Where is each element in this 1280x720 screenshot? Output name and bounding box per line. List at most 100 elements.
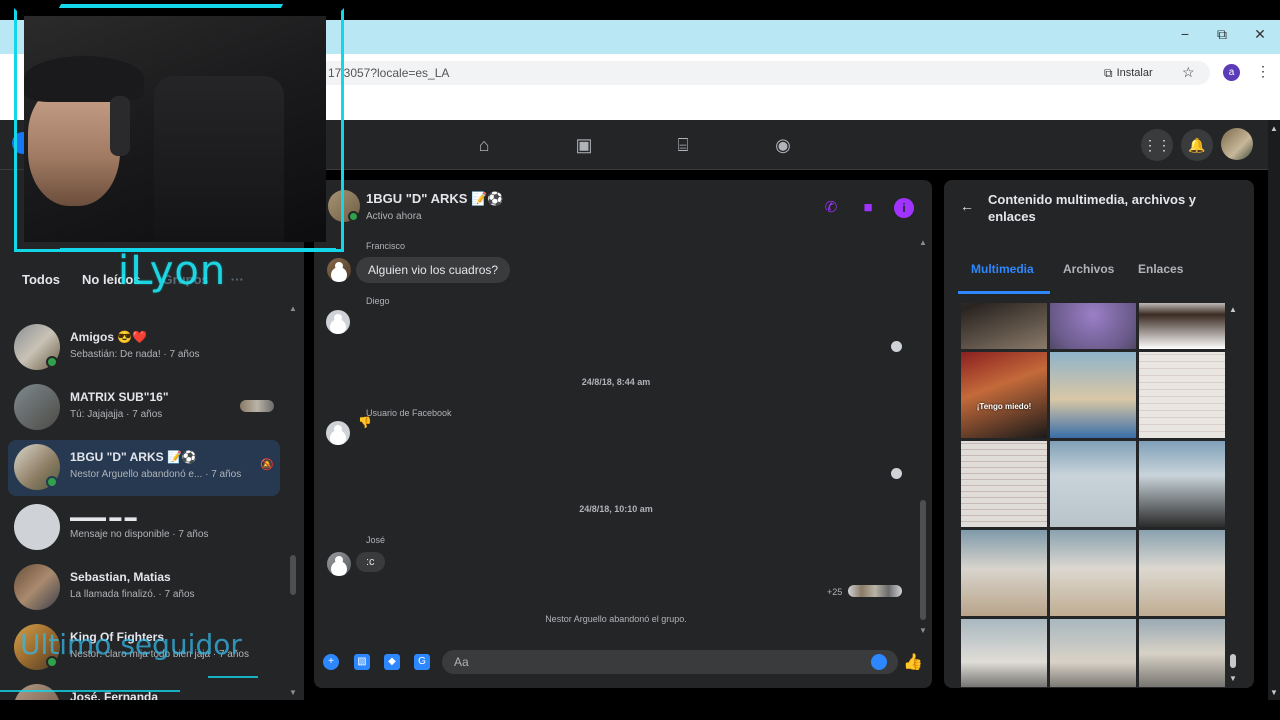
account-avatar[interactable] [1221,128,1253,160]
media-scroll-up-icon[interactable]: ▲ [1229,305,1237,314]
bottom-letterbox [0,700,1280,720]
message-sender: Francisco [366,241,406,251]
sidebar-scroll-up-icon[interactable]: ▲ [289,304,297,313]
overlay-bottom-accent [0,690,180,692]
media-thumbnail[interactable] [961,530,1047,616]
notifications-bell-icon[interactable]: 🔔 [1181,129,1213,161]
conversation-scroll-down-icon[interactable]: ▼ [919,626,927,635]
chat-item-amigos[interactable]: Amigos 😎❤️ Sebastián: De nada! · 7 años [8,320,280,376]
page-scroll-down-icon[interactable]: ▼ [1270,688,1278,697]
chat-preview: Sebastián: De nada! · 7 años [70,349,200,360]
sender-avatar [326,310,350,334]
tab-enlaces[interactable]: Enlaces [1138,262,1183,276]
video-icon[interactable]: ▣ [573,134,595,156]
chat-preview: Nestor Arguello abandonó e... · 7 años [70,469,242,480]
address-bar-url[interactable]: 17'3057?locale=es_LA [328,66,449,80]
avatar [14,384,60,430]
message-bubble[interactable]: :c [356,552,385,572]
video-call-icon[interactable]: ■ [858,198,878,218]
media-thumbnail[interactable]: ¡Tengo miedo! [961,352,1047,438]
date-separator: 24/8/18, 10:10 am [579,504,653,514]
restore-button[interactable]: ⧉ [1210,26,1234,43]
marketplace-icon[interactable]: ⌸ [672,134,694,156]
avatar [14,564,60,610]
conversation-status: Activo ahora [366,211,422,222]
sidebar-scrollbar[interactable] [290,555,296,595]
webcam-accent [58,4,284,8]
media-scrollbar[interactable] [1230,654,1236,668]
sender-avatar [327,552,351,576]
install-app-button[interactable]: ⧉ Instalar [1104,63,1153,83]
info-icon[interactable]: i [894,198,914,218]
media-thumbnail[interactable] [1050,352,1136,438]
media-thumbnail[interactable] [961,441,1047,527]
media-thumbnail[interactable] [961,303,1047,349]
reaction-message[interactable]: 👎 [358,416,372,429]
active-tab-indicator [958,291,1050,294]
media-thumbnail[interactable] [1050,530,1136,616]
menu-grid-icon[interactable]: ⋮⋮ [1141,129,1173,161]
add-action-icon[interactable]: + [323,654,339,670]
page-scrollbar[interactable] [1268,120,1280,700]
attach-photo-icon[interactable]: ▧ [354,654,370,670]
message-sender: José [366,535,386,545]
tab-multimedia[interactable]: Multimedia [971,262,1034,276]
page-scroll-up-icon[interactable]: ▲ [1270,124,1278,133]
home-icon[interactable]: ⌂ [473,134,495,156]
conversation-scrollbar[interactable] [920,500,926,620]
minimize-button[interactable]: − [1173,26,1197,42]
seen-avatars [848,585,902,597]
chat-preview: Mensaje no disponible · 7 años [70,529,209,540]
media-thumbnail[interactable] [1139,352,1225,438]
filter-todos[interactable]: Todos [14,272,60,287]
close-window-button[interactable]: ✕ [1248,26,1272,43]
media-thumbnail[interactable] [1050,441,1136,527]
media-scroll-down-icon[interactable]: ▼ [1229,674,1237,683]
sender-avatar [326,421,350,445]
media-thumbnail[interactable] [1139,303,1225,349]
media-thumbnail[interactable] [1050,619,1136,687]
browser-menu-icon[interactable]: ⋮ [1256,63,1270,80]
browser-profile-avatar[interactable]: a [1223,64,1240,81]
chat-item-unavailable[interactable]: ▬▬▬ ▬ ▬ Mensaje no disponible · 7 años [8,500,280,556]
group-online-indicator [348,211,359,222]
media-thumbnail[interactable] [961,619,1047,687]
screen: − ⧉ ✕ 17'3057?locale=es_LA ⧉ Instalar ☆ … [0,0,1280,720]
chat-item-matrix[interactable]: MATRIX SUB"16" Tú: Jajajajja · 7 años [8,380,280,436]
chat-preview: Tú: Jajajajja · 7 años [70,409,163,420]
conversation-scroll-up-icon[interactable]: ▲ [919,238,927,247]
avatar [14,504,60,550]
media-thumbnail[interactable] [1139,619,1225,687]
message-bubble[interactable]: Alguien vio los cuadros? [356,257,511,283]
like-thumb-icon[interactable]: 👍 [903,652,923,672]
chat-item-1bgu-d-arks[interactable]: 1BGU "D" ARKS 📝⚽ Nestor Arguello abandon… [8,440,280,496]
message-sender: Usuario de Facebook [366,408,452,418]
emoji-icon[interactable] [871,654,887,670]
chat-name: Amigos 😎❤️ [70,330,148,344]
overlay-bottom-accent [208,676,258,678]
back-arrow-icon[interactable]: ← [960,198,974,214]
sidebar-scroll-down-icon[interactable]: ▼ [289,688,297,697]
sender-avatar [327,258,351,282]
media-thumbnail[interactable] [1139,530,1225,616]
tab-archivos[interactable]: Archivos [1063,262,1114,276]
online-indicator [46,356,58,368]
streamer-face [28,86,120,206]
gif-icon[interactable]: G [414,654,430,670]
message-input[interactable]: Aa [442,650,898,674]
groups-icon[interactable]: ◉ [772,134,794,156]
chat-item-sebastian-matias[interactable]: Sebastian, Matias La llamada finalizó. ·… [8,560,280,616]
seen-count[interactable]: +25 [827,587,842,597]
media-thumbnail[interactable] [1139,441,1225,527]
media-panel-title: Contenido multimedia, archivos y enlaces [988,192,1197,224]
last-follower-overlay: Ultimo seguidor [20,628,242,661]
webcam-video [24,16,326,242]
conversation-title[interactable]: 1BGU "D" ARKS 📝⚽ [366,191,503,207]
chat-preview: La llamada finalizó. · 7 años [70,589,195,600]
chat-name: Sebastian, Matias [70,570,171,584]
seen-indicator [891,341,902,352]
audio-call-icon[interactable]: ✆ [821,198,841,218]
media-thumbnail[interactable] [1050,303,1136,349]
sticker-icon[interactable]: ◆ [384,654,400,670]
bookmark-star-icon[interactable]: ☆ [1182,64,1195,81]
